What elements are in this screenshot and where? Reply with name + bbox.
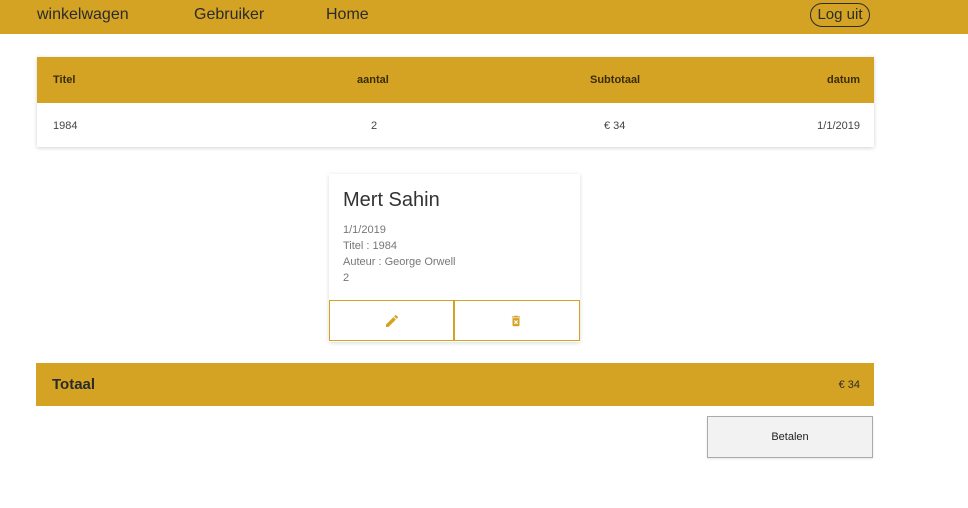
column-header-title: Titel xyxy=(53,74,76,86)
pencil-icon xyxy=(386,314,399,327)
logout-button[interactable]: Log uit xyxy=(810,3,870,27)
order-quantity: 2 xyxy=(343,272,350,284)
top-navbar: winkelwagen Gebruiker Home Log uit xyxy=(0,0,968,34)
cart-table: Titel aantal Subtotaal datum 1984 2 € 34… xyxy=(37,57,874,147)
total-value: € 34 xyxy=(838,379,860,391)
total-label: Totaal xyxy=(52,376,96,393)
nav-link-user[interactable]: Gebruiker xyxy=(194,6,264,24)
edit-button[interactable] xyxy=(329,300,454,341)
total-bar: Totaal € 34 xyxy=(36,363,874,406)
customer-name: Mert Sahin xyxy=(343,189,440,211)
order-card: Mert Sahin 1/1/2019 Titel : 1984 Auteur … xyxy=(329,174,580,342)
pay-button[interactable]: Betalen xyxy=(707,416,873,458)
cell-title: 1984 xyxy=(53,120,78,132)
column-header-date: datum xyxy=(827,74,860,86)
nav-link-home[interactable]: Home xyxy=(326,6,369,24)
column-header-subtotal: Subtotaal xyxy=(590,74,641,86)
order-date: 1/1/2019 xyxy=(343,224,386,236)
cell-quantity: 2 xyxy=(371,120,378,132)
table-header: Titel aantal Subtotaal datum xyxy=(37,57,874,103)
cell-date: 1/1/2019 xyxy=(817,120,860,132)
nav-link-cart[interactable]: winkelwagen xyxy=(37,6,129,24)
column-header-quantity: aantal xyxy=(357,74,389,86)
delete-button[interactable] xyxy=(454,300,580,341)
cell-subtotal: € 34 xyxy=(604,120,626,132)
book-title: Titel : 1984 xyxy=(343,240,398,252)
book-author: Auteur : George Orwell xyxy=(343,256,456,268)
trash-icon xyxy=(511,315,521,327)
